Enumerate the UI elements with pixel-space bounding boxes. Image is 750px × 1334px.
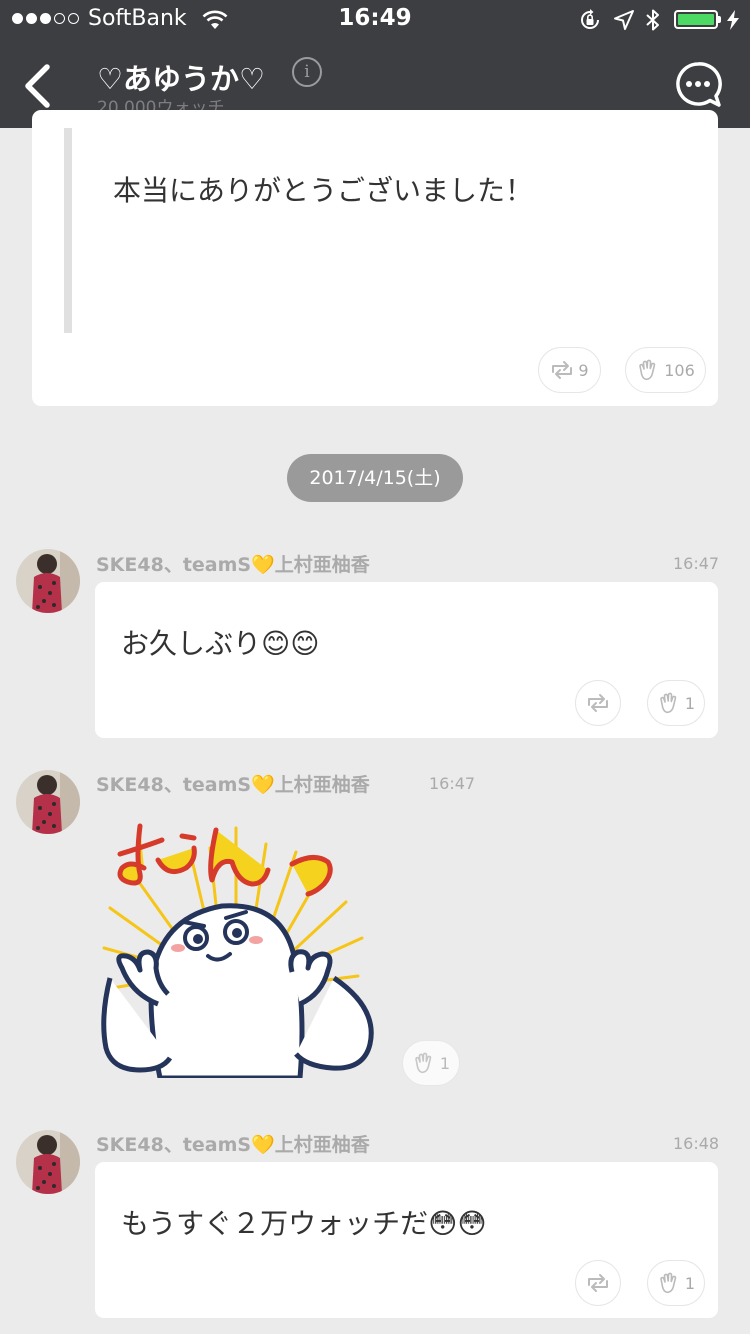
battery-icon [674,10,718,29]
message-text: もうすぐ２万ウォッチだ😳😳 [121,1207,487,1240]
message-text: お久しぶり😊😊 [121,627,320,660]
message-card: お久しぶり😊😊 1 [95,582,718,738]
clap-button[interactable]: 106 [625,347,706,393]
chat-bubble-icon[interactable] [674,61,722,109]
status-time: 16:49 [338,5,412,31]
top-bar: SoftBank 16:49 ♡あゆうか♡ i 20,000ウォッチ [0,0,750,128]
clap-icon [660,692,677,714]
rotation-lock-icon [581,9,599,29]
muscle-ghost-sticker[interactable] [96,808,396,1078]
page-title: ♡あゆうか♡ [97,62,265,96]
retweet-icon [588,1274,608,1292]
clap-button[interactable]: 1 [402,1040,460,1086]
retweet-count: 9 [578,360,589,380]
clap-icon [415,1052,432,1074]
retweet-button[interactable]: 9 [538,347,601,393]
clap-button[interactable]: 1 [647,1260,705,1306]
clap-count: 106 [664,360,695,380]
back-button[interactable] [22,64,52,108]
location-icon [614,10,634,30]
message-card: もうすぐ２万ウォッチだ😳😳 1 [95,1162,718,1318]
author-name[interactable]: SKE48、teamS💛上村亜柚香 [96,1130,370,1157]
avatar-image [16,770,80,834]
clap-icon [660,1272,677,1294]
clap-count: 1 [684,693,696,713]
avatar-image [16,1130,80,1194]
retweet-button[interactable] [575,680,621,726]
avatar[interactable] [16,770,80,834]
retweet-icon [588,694,608,712]
clap-button[interactable]: 1 [647,680,705,726]
charging-bolt-icon [727,10,739,30]
message-time: 16:47 [673,554,720,573]
message-text: 本当にありがとうございました！ [113,174,534,207]
bluetooth-icon [646,9,659,31]
author-name[interactable]: SKE48、teamS💛上村亜柚香 [96,550,370,577]
message-time: 16:48 [673,1134,720,1153]
retweet-icon [552,361,573,379]
avatar[interactable] [16,1130,80,1194]
avatar[interactable] [16,549,80,613]
message-time: 16:47 [429,774,476,793]
info-icon[interactable]: i [292,57,322,87]
status-bar: SoftBank 16:49 [0,0,750,40]
clap-count: 1 [439,1053,451,1073]
avatar-image [16,549,80,613]
author-name[interactable]: SKE48、teamS💛上村亜柚香 [96,770,370,797]
clap-icon [639,359,656,381]
retweet-button[interactable] [575,1260,621,1306]
quote-bar [64,128,72,333]
date-divider: 2017/4/15(土) [287,454,463,502]
clap-count: 1 [684,1273,696,1293]
message-card: 本当にありがとうございました！ 9 106 [32,110,718,406]
